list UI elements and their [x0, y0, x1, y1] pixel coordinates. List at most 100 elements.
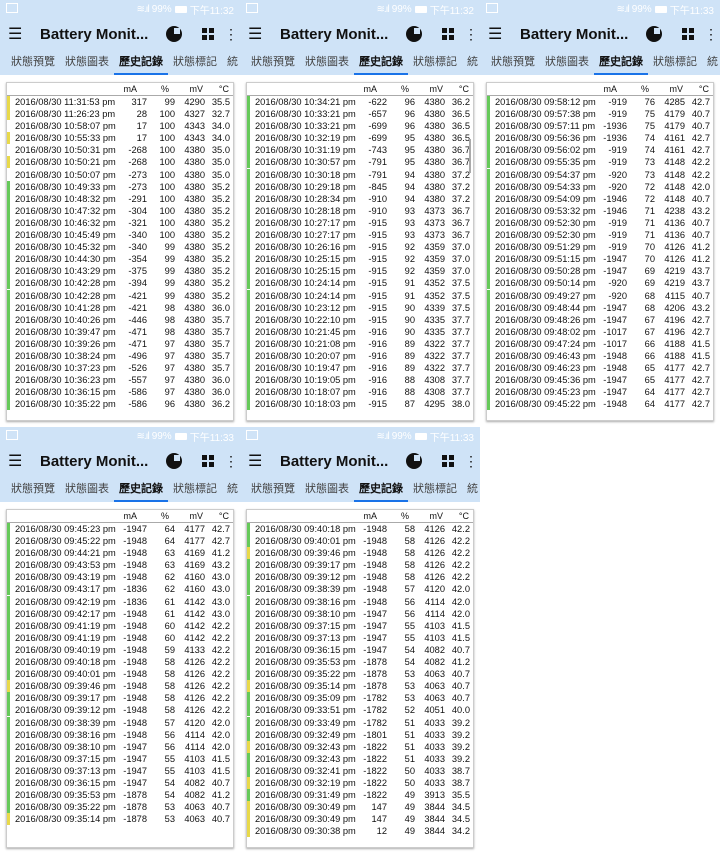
hamburger-menu-icon[interactable]: ☰ [8, 451, 30, 471]
tab-3[interactable]: 歷史記錄 [354, 480, 408, 502]
table-row[interactable]: 2016/08/30 10:19:05 pm -916 88 4308 37.7 [247, 374, 473, 387]
table-row[interactable]: 2016/08/30 10:37:23 pm -526 97 4380 35.7 [7, 362, 233, 375]
table-row[interactable]: 2016/08/30 09:50:28 pm -1947 69 4219 43.7 [487, 265, 713, 278]
pie-chart-icon[interactable] [406, 453, 422, 469]
tab-3[interactable]: 歷史記錄 [114, 53, 168, 75]
table-row[interactable]: 2016/08/30 10:39:47 pm -471 98 4380 35.7 [7, 325, 233, 338]
table-row[interactable]: 2016/08/30 10:23:12 pm -915 90 4339 37.5 [247, 301, 473, 314]
table-row[interactable]: 2016/08/30 09:37:13 pm -1947 55 4103 41.5 [7, 764, 233, 777]
tab-5[interactable]: 統 [222, 480, 240, 502]
table-row[interactable]: 2016/08/30 09:36:15 pm -1947 54 4082 40.7 [7, 776, 233, 789]
tab-4[interactable]: 狀態標記 [408, 480, 462, 502]
pie-chart-icon[interactable] [166, 453, 182, 469]
pie-chart-icon[interactable] [646, 26, 662, 42]
table-row[interactable]: 2016/08/30 09:41:19 pm -1948 60 4142 42.2 [7, 619, 233, 632]
table-row[interactable]: 2016/08/30 10:28:18 pm -910 93 4373 36.7 [247, 204, 473, 217]
table-row[interactable]: 2016/08/30 09:40:01 pm -1948 58 4126 42.2 [247, 535, 473, 548]
tab-2[interactable]: 狀態圖表 [60, 53, 114, 75]
table-row[interactable]: 2016/08/30 10:35:22 pm -586 96 4380 36.2 [7, 398, 233, 411]
table-row[interactable]: 2016/08/30 10:19:47 pm -916 89 4322 37.7 [247, 362, 473, 375]
hamburger-menu-icon[interactable]: ☰ [488, 24, 510, 44]
table-row[interactable]: 2016/08/30 10:27:17 pm -915 93 4373 36.7 [247, 216, 473, 229]
table-row[interactable]: 2016/08/30 09:48:44 pm -1947 68 4206 43.2 [487, 301, 713, 314]
table-row[interactable]: 2016/08/30 09:37:15 pm -1947 55 4103 41.5 [7, 752, 233, 765]
table-row[interactable]: 2016/08/30 09:38:10 pm -1947 56 4114 42.0 [247, 607, 473, 620]
table-row[interactable]: 2016/08/30 09:35:22 pm -1878 53 4063 40.7 [247, 668, 473, 681]
table-row[interactable]: 2016/08/30 09:40:19 pm -1948 59 4133 42.2 [7, 643, 233, 656]
table-row[interactable]: 2016/08/30 11:26:23 pm 28 100 4327 32.7 [7, 108, 233, 121]
grid-icon[interactable] [682, 28, 694, 40]
table-row[interactable]: 2016/08/30 09:52:30 pm -919 71 4136 40.7 [487, 216, 713, 229]
tab-1[interactable]: 狀態預覽 [6, 53, 60, 75]
table-row[interactable]: 2016/08/30 10:40:26 pm -446 98 4380 35.7 [7, 313, 233, 326]
table-row[interactable]: 2016/08/30 09:57:11 pm -1936 75 4179 40.7 [487, 120, 713, 133]
tab-1[interactable]: 狀態預覽 [246, 53, 300, 75]
table-row[interactable]: 2016/08/30 10:24:14 pm -915 91 4352 37.5 [247, 289, 473, 302]
tab-4[interactable]: 狀態標記 [408, 53, 462, 75]
table-row[interactable]: 2016/08/30 09:45:36 pm -1947 65 4177 42.7 [487, 374, 713, 387]
table-row[interactable]: 2016/08/30 09:54:37 pm -920 73 4148 42.2 [487, 168, 713, 181]
tab-3[interactable]: 歷史記錄 [354, 53, 408, 75]
table-row[interactable]: 2016/08/30 10:49:33 pm -273 100 4380 35.2 [7, 180, 233, 193]
table-row[interactable]: 2016/08/30 09:38:16 pm -1948 56 4114 42.0 [7, 728, 233, 741]
tab-5[interactable]: 統 [462, 480, 480, 502]
table-row[interactable]: 2016/08/30 10:21:08 pm -916 89 4322 37.7 [247, 337, 473, 350]
history-list[interactable]: mA% mV °C 2016/08/30 11:31:53 pm 317 99 4290 35… [6, 82, 234, 421]
table-row[interactable]: 2016/08/30 10:44:30 pm -354 99 4380 35.2 [7, 253, 233, 266]
table-row[interactable]: 2016/08/30 09:43:19 pm -1948 62 4160 43.0 [7, 571, 233, 584]
table-row[interactable]: 2016/08/30 09:40:18 pm -1948 58 4126 42.2 [7, 656, 233, 669]
table-row[interactable]: 2016/08/30 10:36:23 pm -557 97 4380 36.0 [7, 374, 233, 387]
table-row[interactable]: 2016/08/30 10:20:07 pm -916 89 4322 37.7 [247, 349, 473, 362]
table-row[interactable]: 2016/08/30 09:35:14 pm -1878 53 4063 40.7 [247, 680, 473, 693]
table-row[interactable]: 2016/08/30 09:35:22 pm -1878 53 4063 40.7 [7, 801, 233, 814]
table-row[interactable]: 2016/08/30 10:36:15 pm -586 97 4380 36.0 [7, 386, 233, 399]
table-row[interactable]: 2016/08/30 09:39:12 pm -1948 58 4126 42.2 [247, 571, 473, 584]
table-row[interactable]: 2016/08/30 09:37:13 pm -1947 55 4103 41.5 [247, 631, 473, 644]
tab-5[interactable]: 統 [702, 53, 720, 75]
table-row[interactable]: 2016/08/30 09:32:43 pm -1822 51 4033 39.2 [247, 740, 473, 753]
table-row[interactable]: 2016/08/30 09:46:23 pm -1948 65 4177 42.7 [487, 362, 713, 375]
pie-chart-icon[interactable] [166, 26, 182, 42]
table-row[interactable]: 2016/08/30 09:50:14 pm -920 69 4219 43.7 [487, 277, 713, 290]
table-row[interactable]: 2016/08/30 09:41:19 pm -1948 60 4142 42.2 [7, 631, 233, 644]
table-row[interactable]: 2016/08/30 09:57:38 pm -919 75 4179 40.7 [487, 108, 713, 121]
table-row[interactable]: 2016/08/30 09:56:36 pm -1936 74 4161 42.7 [487, 132, 713, 145]
table-row[interactable]: 2016/08/30 10:32:19 pm -699 95 4380 36.5 [247, 132, 473, 145]
table-row[interactable]: 2016/08/30 09:39:17 pm -1948 58 4126 42.2 [7, 692, 233, 705]
table-row[interactable]: 2016/08/30 10:58:07 pm 17 100 4343 34.0 [7, 120, 233, 132]
table-row[interactable]: 2016/08/30 10:26:16 pm -915 92 4359 37.0 [247, 241, 473, 254]
table-row[interactable]: 2016/08/30 09:42:19 pm -1836 61 4142 43.0 [7, 595, 233, 608]
hamburger-menu-icon[interactable]: ☰ [248, 24, 270, 44]
table-row[interactable]: 2016/08/30 10:18:07 pm -916 88 4308 37.7 [247, 386, 473, 399]
table-row[interactable]: 2016/08/30 09:55:35 pm -919 73 4148 42.2 [487, 156, 713, 169]
table-row[interactable]: 2016/08/30 10:50:07 pm -273 100 4380 35.0 [7, 169, 233, 181]
hamburger-menu-icon[interactable]: ☰ [248, 451, 270, 471]
table-row[interactable]: 2016/08/30 09:35:53 pm -1878 54 4082 41.2 [7, 789, 233, 802]
table-row[interactable]: 2016/08/30 10:21:45 pm -916 90 4335 37.7 [247, 325, 473, 338]
tab-2[interactable]: 狀態圖表 [300, 53, 354, 75]
table-row[interactable]: 2016/08/30 09:48:02 pm -1017 67 4196 42.7 [487, 325, 713, 338]
tab-4[interactable]: 狀態標記 [168, 480, 222, 502]
table-row[interactable]: 2016/08/30 09:31:49 pm -1822 49 3913 35.5 [247, 789, 473, 802]
table-row[interactable]: 2016/08/30 09:47:24 pm -1017 66 4188 41.5 [487, 337, 713, 350]
table-row[interactable]: 2016/08/30 10:47:32 pm -304 100 4380 35.2 [7, 204, 233, 217]
table-row[interactable]: 2016/08/30 09:51:29 pm -919 70 4126 41.2 [487, 241, 713, 254]
table-row[interactable]: 2016/08/30 09:38:39 pm -1948 57 4120 42.0 [247, 583, 473, 596]
tab-1[interactable]: 狀態預覽 [6, 480, 60, 502]
table-row[interactable]: 2016/08/30 10:55:33 pm 17 100 4343 34.0 [7, 132, 233, 145]
table-row[interactable]: 2016/08/30 09:44:21 pm -1948 63 4169 41.2 [7, 547, 233, 560]
table-row[interactable]: 2016/08/30 09:39:46 pm -1948 58 4126 42.2 [7, 680, 233, 693]
table-row[interactable]: 2016/08/30 10:27:17 pm -915 93 4373 36.7 [247, 229, 473, 242]
table-row[interactable]: 2016/08/30 10:39:26 pm -471 97 4380 35.7 [7, 337, 233, 350]
grid-icon[interactable] [442, 28, 454, 40]
more-vert-icon[interactable]: ⋮ [464, 453, 478, 470]
table-row[interactable]: 2016/08/30 10:42:28 pm -421 99 4380 35.2 [7, 289, 233, 302]
table-row[interactable]: 2016/08/30 09:43:17 pm -1836 62 4160 43.0 [7, 583, 233, 596]
pie-chart-icon[interactable] [406, 26, 422, 42]
table-row[interactable]: 2016/08/30 09:32:49 pm -1801 51 4033 39.2 [247, 728, 473, 741]
table-row[interactable]: 2016/08/30 09:45:23 pm -1947 64 4177 42.7 [487, 386, 713, 399]
more-vert-icon[interactable]: ⋮ [464, 26, 478, 43]
table-row[interactable]: 2016/08/30 09:38:39 pm -1948 57 4120 42.0 [7, 716, 233, 729]
table-row[interactable]: 2016/08/30 10:22:10 pm -915 90 4335 37.7 [247, 313, 473, 326]
table-row[interactable]: 2016/08/30 09:45:22 pm -1948 64 4177 42.7 [7, 535, 233, 548]
